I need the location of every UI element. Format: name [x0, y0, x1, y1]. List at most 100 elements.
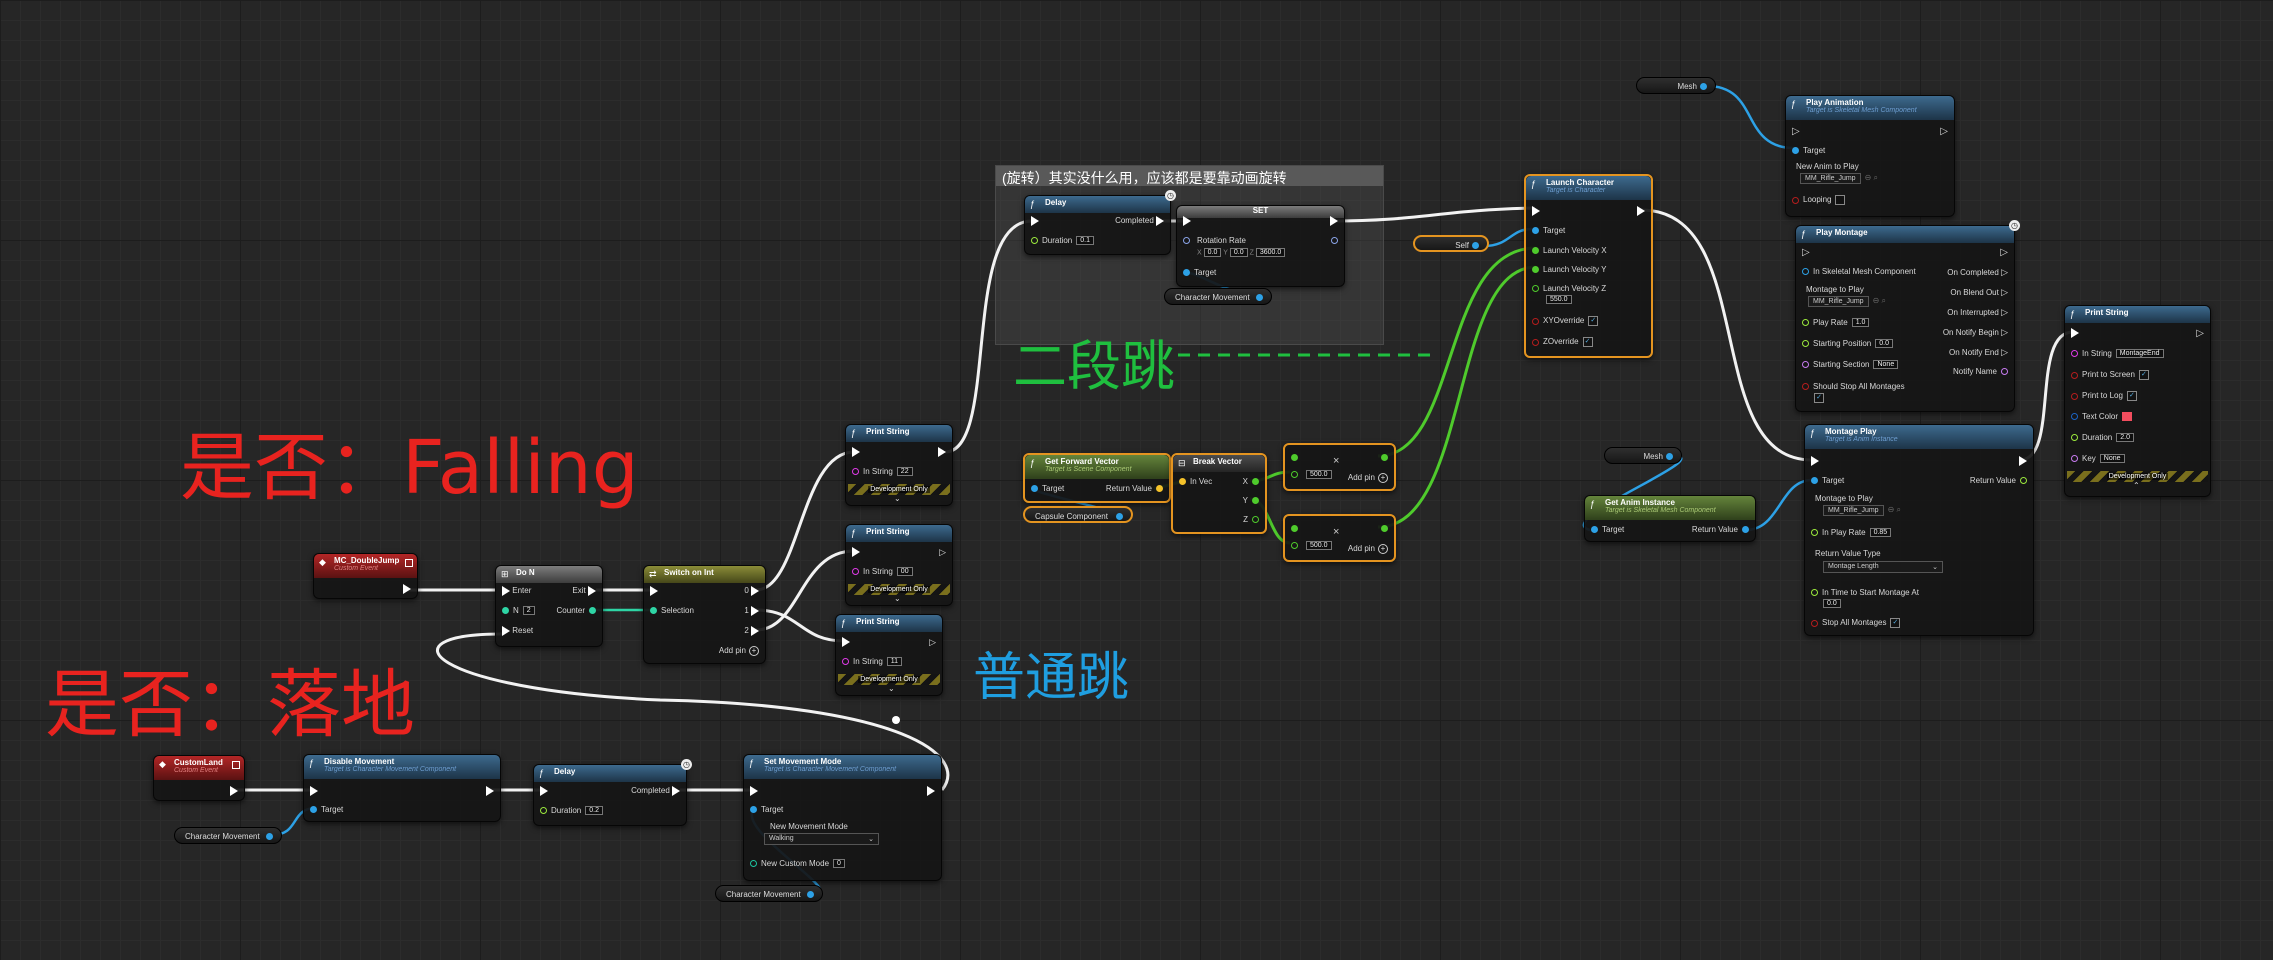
exec-in-pin[interactable] — [1183, 216, 1191, 226]
character-movement-var-bottom[interactable]: Character Movement — [715, 885, 823, 902]
rotation-out-pin[interactable] — [1331, 237, 1338, 245]
exec-out-hollow-icon[interactable]: ▷ — [929, 637, 936, 647]
out0-pin[interactable] — [751, 586, 759, 596]
custom-land-event-node[interactable]: ◆ CustomLand Custom Event — [153, 755, 245, 801]
return-value-pin[interactable] — [1742, 526, 1749, 534]
browse-icon[interactable]: ⊖ ⌕ — [1873, 296, 1886, 305]
browse-icon[interactable]: ⊖ ⌕ — [1888, 505, 1901, 514]
montage-play-node[interactable]: ƒ Montage Play Target is Anim Instance T… — [1804, 424, 2034, 636]
velocity-z-pin[interactable] — [1532, 285, 1539, 293]
exec-in-pin[interactable] — [1811, 456, 1819, 466]
on-notify-end-pin[interactable]: ▷ — [2001, 347, 2008, 357]
in-string-pin[interactable] — [2071, 350, 2078, 358]
add-pin-button[interactable]: Add pin + — [1348, 544, 1388, 554]
enter-pin[interactable] — [502, 586, 510, 596]
notify-name-pin[interactable] — [2001, 368, 2008, 376]
multiply-node-2[interactable]: 500.0 × Add pin + — [1283, 514, 1396, 562]
mesh-var-mid[interactable]: Mesh — [1604, 447, 1682, 464]
exec-out-hollow-icon[interactable]: ▷ — [2196, 328, 2204, 339]
starting-section-value[interactable]: None — [1873, 360, 1899, 370]
print-string-node-2[interactable]: ƒ Print String ▷ In String 00 Development … — [845, 524, 953, 606]
montage-asset-dropdown[interactable]: MM_Rifle_Jump — [1823, 505, 1884, 516]
stop-all-checkbox[interactable]: ✓ — [1890, 618, 1901, 628]
multiplier-value[interactable]: 500.0 — [1306, 541, 1332, 551]
play-animation-node[interactable]: ƒ Play Animation Target is Skeletal Mesh… — [1785, 95, 1955, 217]
get-anim-instance-node[interactable]: ƒ Get Anim Instance Target is Skeletal M… — [1584, 495, 1756, 542]
exec-in-hollow-icon[interactable]: ▷ — [1792, 126, 1800, 137]
rot-z-value[interactable]: 3600.0 — [1255, 248, 1286, 257]
add-pin-button[interactable]: Add pin + — [719, 646, 759, 656]
b-pin[interactable] — [1291, 542, 1298, 550]
chevron-down-icon[interactable]: ⌄ — [894, 594, 901, 603]
text-color-swatch[interactable] — [2122, 412, 2133, 422]
target-pin[interactable] — [310, 806, 317, 814]
in-play-rate-value[interactable]: 0.85 — [1869, 528, 1892, 538]
in-string-pin[interactable] — [842, 658, 849, 666]
print-log-checkbox[interactable]: ✓ — [2126, 391, 2137, 401]
exec-in-pin[interactable] — [540, 786, 548, 796]
duration-pin[interactable] — [540, 807, 547, 815]
completed-pin[interactable] — [672, 786, 680, 796]
return-value-pin[interactable] — [1156, 485, 1163, 493]
selection-pin[interactable] — [650, 607, 657, 615]
result-pin[interactable] — [1381, 454, 1388, 462]
custom-mode-pin[interactable] — [750, 860, 757, 868]
mesh-var-top[interactable]: Mesh — [1636, 77, 1716, 94]
stop-all-pin[interactable] — [1802, 383, 1809, 391]
duration-pin[interactable] — [2071, 434, 2078, 442]
starting-section-pin[interactable] — [1802, 361, 1809, 369]
print-screen-checkbox[interactable]: ✓ — [2138, 370, 2149, 380]
key-value[interactable]: None — [2099, 454, 2125, 464]
exec-in-pin[interactable] — [842, 637, 850, 647]
out2-pin[interactable] — [751, 626, 759, 636]
var-out-pin[interactable] — [1116, 513, 1123, 520]
comment-title[interactable]: (旋转）其实没什么用，应该都是要靠动画旋转 — [996, 166, 1383, 186]
montage-asset-dropdown[interactable]: MM_Rifle_Jump — [1808, 296, 1869, 307]
print-string-node-3[interactable]: ƒ Print String ▷ In String 11 Development … — [835, 614, 943, 696]
delay-node-top[interactable]: ƒ Delay ◷ Completed Duration 0.1 — [1024, 190, 1176, 255]
set-movement-mode-node[interactable]: ƒ Set Movement Mode Target is Character … — [743, 754, 942, 881]
launch-character-node[interactable]: ƒ Launch Character Target is Character T… — [1524, 174, 1653, 358]
target-pin[interactable] — [1532, 227, 1539, 235]
stop-all-checkbox[interactable]: ✓ — [1814, 393, 1824, 403]
multiplier-value[interactable]: 500.0 — [1306, 470, 1332, 480]
rotation-pin[interactable] — [1183, 237, 1190, 245]
target-pin[interactable] — [750, 806, 757, 814]
z-override-pin[interactable] — [1532, 338, 1539, 346]
in-time-pin[interactable] — [1811, 589, 1818, 597]
multiply-node-1[interactable]: 500.0 × Add pin + — [1283, 443, 1396, 491]
exit-pin[interactable] — [588, 586, 596, 596]
n-value[interactable]: 2 — [522, 606, 535, 616]
exec-in-pin[interactable] — [1532, 206, 1540, 216]
a-pin[interactable] — [1291, 525, 1298, 533]
capsule-component-var[interactable]: Capsule Component — [1023, 506, 1133, 523]
target-pin[interactable] — [1811, 477, 1818, 485]
duration-value[interactable]: 2.0 — [2116, 433, 2134, 443]
exec-out-pin[interactable] — [931, 548, 939, 557]
exec-out-pin[interactable] — [1637, 206, 1645, 216]
browse-icon[interactable]: ⊖ ⌕ — [1865, 173, 1878, 182]
stop-all-pin[interactable] — [1811, 619, 1818, 627]
n-pin[interactable] — [502, 607, 509, 615]
counter-pin[interactable] — [589, 607, 596, 615]
break-vector-node[interactable]: ⊟ Break Vector In Vec X Y Z — [1171, 453, 1267, 534]
reset-pin[interactable] — [502, 626, 510, 636]
get-forward-vector-node[interactable]: ƒ Get Forward Vector Target is Scene Com… — [1023, 453, 1171, 503]
z-pin[interactable] — [1252, 516, 1259, 524]
exec-in-pin[interactable] — [310, 786, 318, 796]
switch-on-int-node[interactable]: ⇄ Switch on Int Selection 0 1 2 Add pin + — [643, 565, 766, 664]
play-rate-pin[interactable] — [1802, 319, 1809, 327]
skel-mesh-pin[interactable] — [1802, 268, 1809, 276]
var-out-pin[interactable] — [1666, 453, 1673, 460]
exec-out-pin[interactable] — [2019, 456, 2027, 466]
looping-pin[interactable] — [1792, 196, 1799, 204]
in-vec-pin[interactable] — [1179, 478, 1186, 486]
chevron-down-icon[interactable]: ⌄ — [894, 494, 901, 503]
velocity-x-pin[interactable] — [1532, 247, 1539, 255]
exec-in-hollow-icon[interactable]: ▷ — [1802, 247, 1810, 258]
target-pin[interactable] — [1031, 485, 1038, 493]
in-play-rate-pin[interactable] — [1811, 529, 1818, 537]
self-var[interactable]: Self — [1413, 235, 1489, 252]
delegate-pin[interactable] — [405, 559, 413, 567]
on-blend-out-pin[interactable]: ▷ — [2001, 287, 2008, 297]
